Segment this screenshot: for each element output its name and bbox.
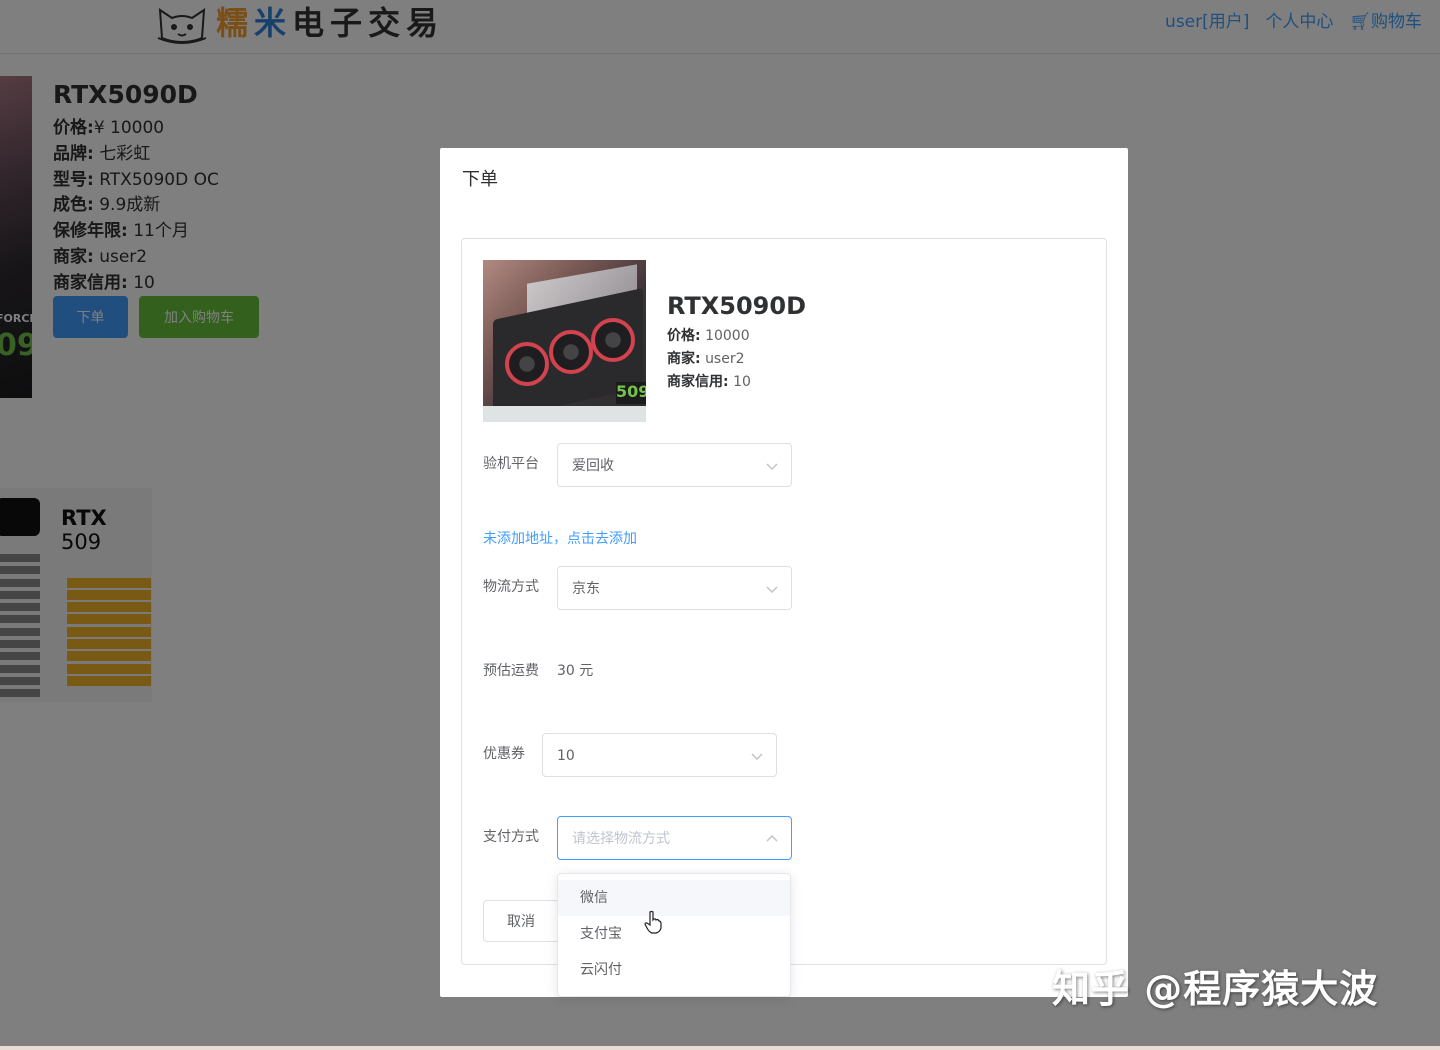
- shipping-fee-value: 30 元: [557, 663, 594, 679]
- cancel-button[interactable]: 取消: [483, 900, 559, 942]
- order-price-row: 价格: 10000: [667, 325, 806, 348]
- payment-label: 支付方式: [483, 829, 539, 845]
- order-form-card: 509 RTX5090D 价格: 10000 商家: user2 商家信用: 1…: [461, 238, 1107, 965]
- gpu-fan-graphic: [505, 342, 549, 386]
- logistics-label: 物流方式: [483, 579, 539, 595]
- add-address-link[interactable]: 未添加地址，点击去添加: [483, 529, 637, 549]
- chevron-down-icon: [766, 463, 778, 471]
- inspection-value: 爱回收: [572, 458, 614, 474]
- logistics-select[interactable]: 京东: [557, 566, 792, 610]
- coupon-value: 10: [557, 748, 575, 764]
- hand-pointer-icon: [644, 910, 662, 934]
- dialog-title: 下单: [462, 169, 498, 190]
- watermark-text: 知乎 @程序猿大波: [1052, 967, 1379, 1011]
- gpu-fan-graphic: [549, 330, 593, 374]
- inspection-select[interactable]: 爱回收: [557, 443, 792, 487]
- payment-option-alipay[interactable]: 支付宝: [558, 916, 790, 952]
- coupon-label: 优惠券: [483, 746, 525, 762]
- payment-placeholder: 请选择物流方式: [572, 831, 670, 847]
- coupon-select[interactable]: 10: [542, 733, 777, 777]
- gpu-badge: 509: [616, 382, 646, 404]
- shipping-fee-label: 预估运费: [483, 663, 539, 679]
- order-merchant-row: 商家: user2: [667, 348, 806, 371]
- order-merchant-label: 商家:: [667, 351, 701, 367]
- order-dialog: 下单 509 RTX5090D 价格: 10000 商家: user2 商家信用…: [440, 148, 1128, 997]
- order-credit-row: 商家信用: 10: [667, 371, 806, 394]
- order-credit-label: 商家信用:: [667, 374, 729, 390]
- bottom-strip: [0, 1046, 1440, 1050]
- chevron-down-icon: [766, 586, 778, 594]
- payment-option-wechat[interactable]: 微信: [558, 880, 790, 916]
- logistics-value: 京东: [572, 581, 600, 597]
- order-credit-value: 10: [733, 374, 751, 390]
- chevron-up-icon: [766, 834, 778, 842]
- payment-select[interactable]: 请选择物流方式: [557, 816, 792, 860]
- payment-dropdown: 微信 支付宝 云闪付: [557, 873, 791, 997]
- product-thumbnail: 509: [483, 260, 646, 422]
- gpu-floor-graphic: [483, 406, 646, 422]
- order-price-label: 价格:: [667, 328, 701, 344]
- inspection-label: 验机平台: [483, 456, 539, 472]
- gpu-fan-graphic: [591, 318, 635, 362]
- payment-option-unionpay[interactable]: 云闪付: [558, 952, 790, 988]
- order-merchant-value: user2: [705, 351, 745, 367]
- order-price-value: 10000: [705, 328, 750, 344]
- chevron-down-icon: [751, 753, 763, 761]
- order-product-name: RTX5090D: [667, 292, 806, 320]
- order-product-info: RTX5090D 价格: 10000 商家: user2 商家信用: 10: [667, 291, 806, 394]
